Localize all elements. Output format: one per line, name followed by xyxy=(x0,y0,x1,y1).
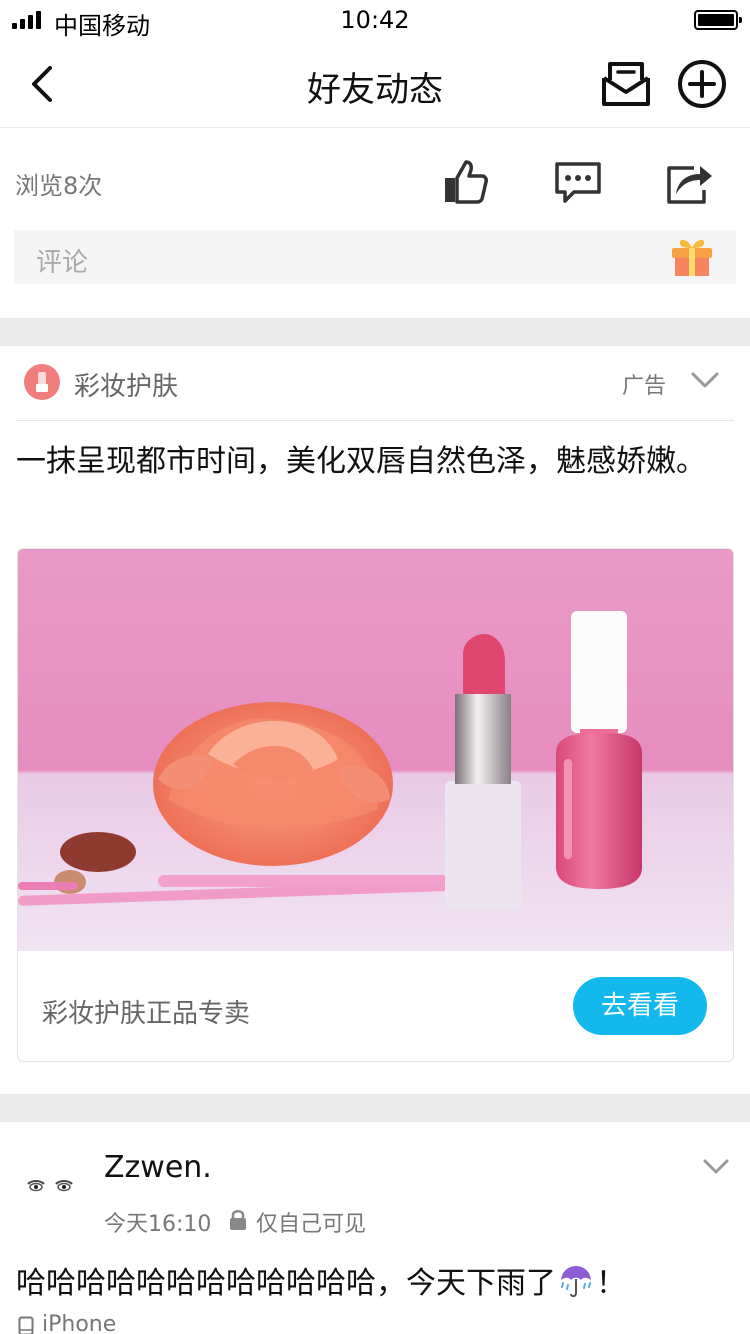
section-divider xyxy=(0,1094,750,1122)
umbrella-rain-icon xyxy=(561,1266,591,1298)
battery-icon xyxy=(694,10,742,30)
stats-row: 浏览8次 xyxy=(0,128,750,232)
clock: 10:42 xyxy=(340,6,410,34)
section-divider xyxy=(0,318,750,346)
comment-input[interactable]: 评论 xyxy=(14,230,736,284)
comment-icon[interactable] xyxy=(552,156,604,208)
share-icon[interactable] xyxy=(664,156,716,208)
phone-icon xyxy=(18,1316,34,1334)
ad-brand-logo xyxy=(24,364,60,400)
go-see-button[interactable]: 去看看 xyxy=(573,977,707,1035)
ad-text: 一抹呈现都市时间，美化双唇自然色泽，魅感娇嫩。 xyxy=(16,444,706,479)
divider xyxy=(16,420,734,421)
chevron-down-icon[interactable] xyxy=(690,368,720,392)
status-bar: 中国移动 10:42 xyxy=(0,0,750,40)
ad-label: 广告 xyxy=(622,374,667,399)
ad-image[interactable] xyxy=(18,549,734,951)
ad-brand-name[interactable]: 彩妆护肤 xyxy=(74,366,178,403)
ad-card-title: 彩妆护肤正品专卖 xyxy=(42,999,251,1029)
post-device: iPhone xyxy=(42,1312,117,1334)
post-text-main: 哈哈哈哈哈哈哈哈哈哈哈哈，今天下雨了 xyxy=(16,1266,556,1301)
post-time: 今天16:10 xyxy=(104,1212,212,1237)
mail-icon[interactable] xyxy=(600,58,652,110)
post-text: 哈哈哈哈哈哈哈哈哈哈哈哈，今天下雨了 ！ xyxy=(16,1258,626,1302)
avatar[interactable] xyxy=(18,1156,84,1216)
nav-bar: 好友动态 xyxy=(0,40,750,128)
comment-placeholder: 评论 xyxy=(36,248,89,278)
screen: 中国移动 10:42 好友动态 浏览8次 评论 彩妆护肤 广告 一抹呈现都市时间… xyxy=(0,0,750,1334)
post-privacy: 仅自己可见 xyxy=(256,1212,367,1237)
post-username[interactable]: Zzwen. xyxy=(104,1150,212,1185)
ad-header: 彩妆护肤 广告 xyxy=(0,346,750,420)
view-count: 浏览8次 xyxy=(15,172,103,200)
post-text-end: ！ xyxy=(596,1266,626,1301)
ad-card[interactable]: 彩妆护肤正品专卖 去看看 xyxy=(17,548,734,1062)
add-icon[interactable] xyxy=(676,58,728,110)
chevron-down-icon[interactable] xyxy=(702,1155,730,1179)
gift-icon[interactable] xyxy=(670,236,714,278)
lock-icon xyxy=(230,1210,246,1230)
like-icon[interactable] xyxy=(440,156,492,208)
